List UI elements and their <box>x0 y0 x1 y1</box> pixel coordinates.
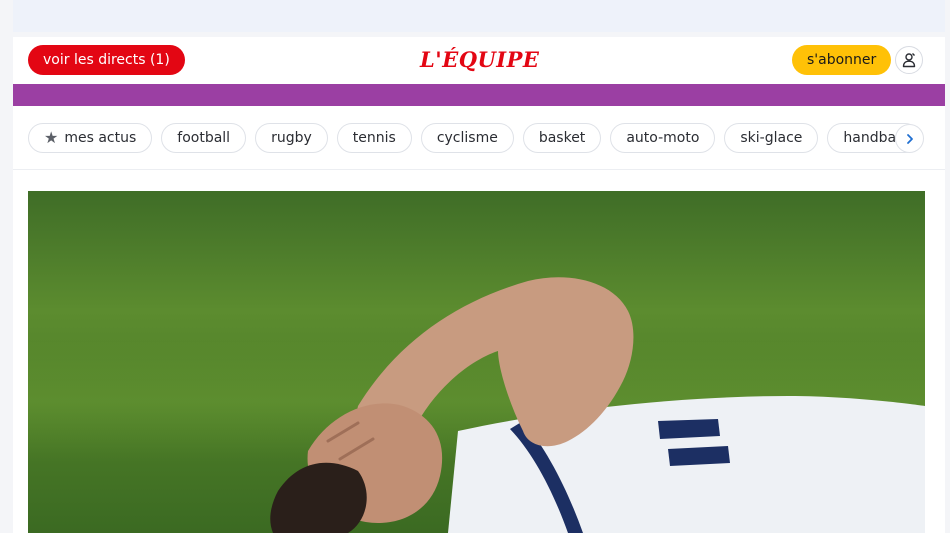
user-icon <box>902 53 916 68</box>
chip-rugby[interactable]: rugby <box>255 122 328 153</box>
star-icon: ★ <box>44 127 59 147</box>
accent-bar <box>13 84 945 106</box>
chips-next-button[interactable] <box>895 124 924 153</box>
chip-ski-glace[interactable]: ski-glace <box>724 122 819 153</box>
top-ad-band <box>13 0 945 32</box>
hero-image[interactable] <box>28 191 925 533</box>
subscribe-button[interactable]: s'abonner <box>792 45 892 75</box>
chevron-right-icon <box>906 133 913 144</box>
nav-divider <box>13 169 945 170</box>
site-logo[interactable]: L'ÉQUIPE <box>420 46 539 74</box>
site-header: voir les directs (1) L'ÉQUIPE s'abonner <box>13 37 945 84</box>
live-button[interactable]: voir les directs (1) <box>28 45 185 75</box>
chip-football[interactable]: football <box>161 122 247 153</box>
account-button[interactable] <box>895 46 923 74</box>
sport-nav: ★ mes actus football rugby tennis cyclis… <box>13 106 945 169</box>
chip-auto-moto[interactable]: auto-moto <box>610 122 716 153</box>
page: voir les directs (1) L'ÉQUIPE s'abonner … <box>13 37 945 533</box>
chip-mes-actus[interactable]: ★ mes actus <box>28 122 153 153</box>
chip-cyclisme[interactable]: cyclisme <box>420 122 514 153</box>
chip-label: mes actus <box>64 129 137 146</box>
chip-tennis[interactable]: tennis <box>336 122 412 153</box>
chip-basket[interactable]: basket <box>522 122 602 153</box>
player-illustration <box>270 277 925 533</box>
